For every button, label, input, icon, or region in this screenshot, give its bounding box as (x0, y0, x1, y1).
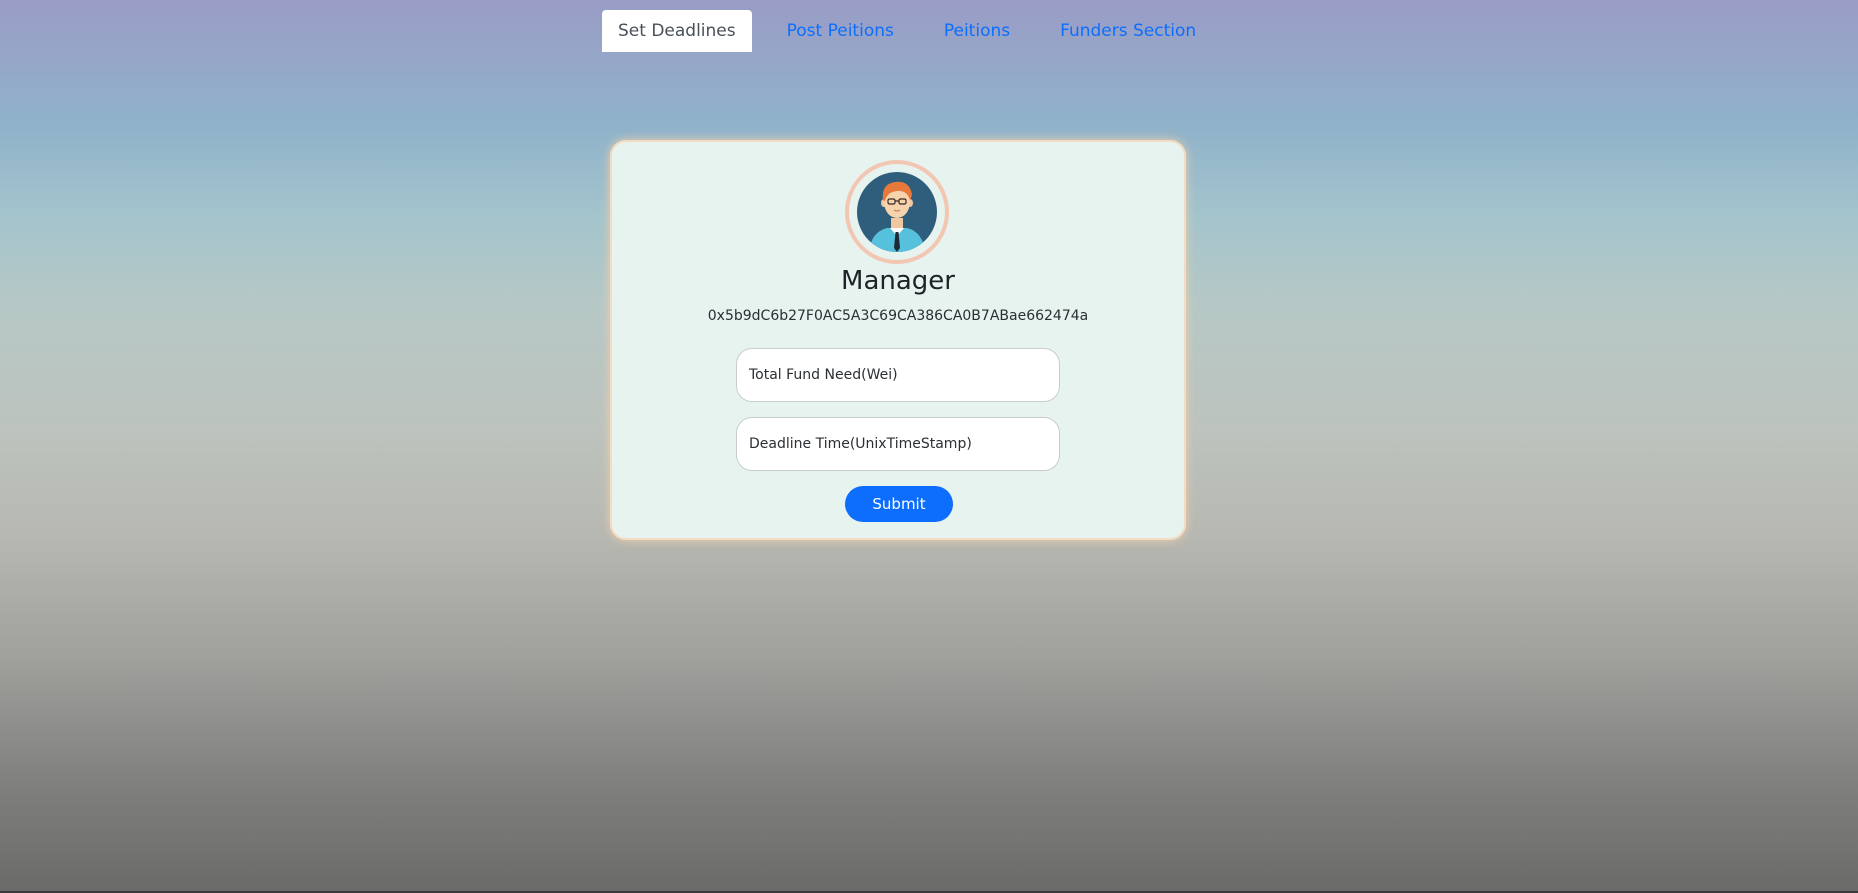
deadline-time-input[interactable] (736, 417, 1060, 471)
wallet-address: 0x5b9dC6b27F0AC5A3C69CA386CA0B7ABae66247… (707, 308, 1089, 324)
avatar (845, 160, 949, 264)
manager-avatar-icon (857, 172, 937, 252)
top-nav: Set Deadlines Post Peitions Peitions Fun… (602, 10, 1230, 52)
tab-post-petitions[interactable]: Post Peitions (771, 10, 910, 52)
tab-set-deadlines[interactable]: Set Deadlines (602, 10, 752, 52)
tab-petitions[interactable]: Peitions (928, 10, 1026, 52)
submit-button[interactable]: Submit (845, 486, 953, 522)
tab-funders-section[interactable]: Funders Section (1044, 10, 1212, 52)
role-title: Manager (841, 266, 955, 296)
total-fund-input[interactable] (736, 348, 1060, 402)
manager-card: Manager 0x5b9dC6b27F0AC5A3C69CA386CA0B7A… (610, 140, 1186, 540)
